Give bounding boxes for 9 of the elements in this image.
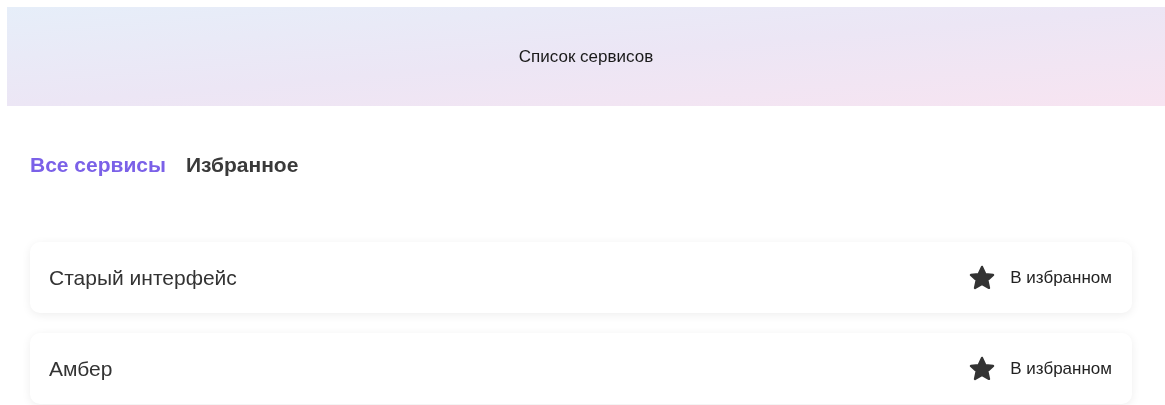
tab[interactable]: Все сервисы <box>30 149 166 177</box>
favorite-button[interactable]: В избранном <box>968 354 1112 383</box>
service-name: Амбер <box>49 355 113 382</box>
favorite-button[interactable]: В избранном <box>968 263 1112 292</box>
service-card[interactable]: Амбер В избранном <box>30 333 1132 404</box>
service-name: Старый интерфейс <box>49 264 237 291</box>
tab[interactable]: Избранное <box>186 149 299 177</box>
page-title: Список сервисов <box>518 45 654 68</box>
service-card[interactable]: Старый интерфейс В избранном <box>30 242 1132 313</box>
